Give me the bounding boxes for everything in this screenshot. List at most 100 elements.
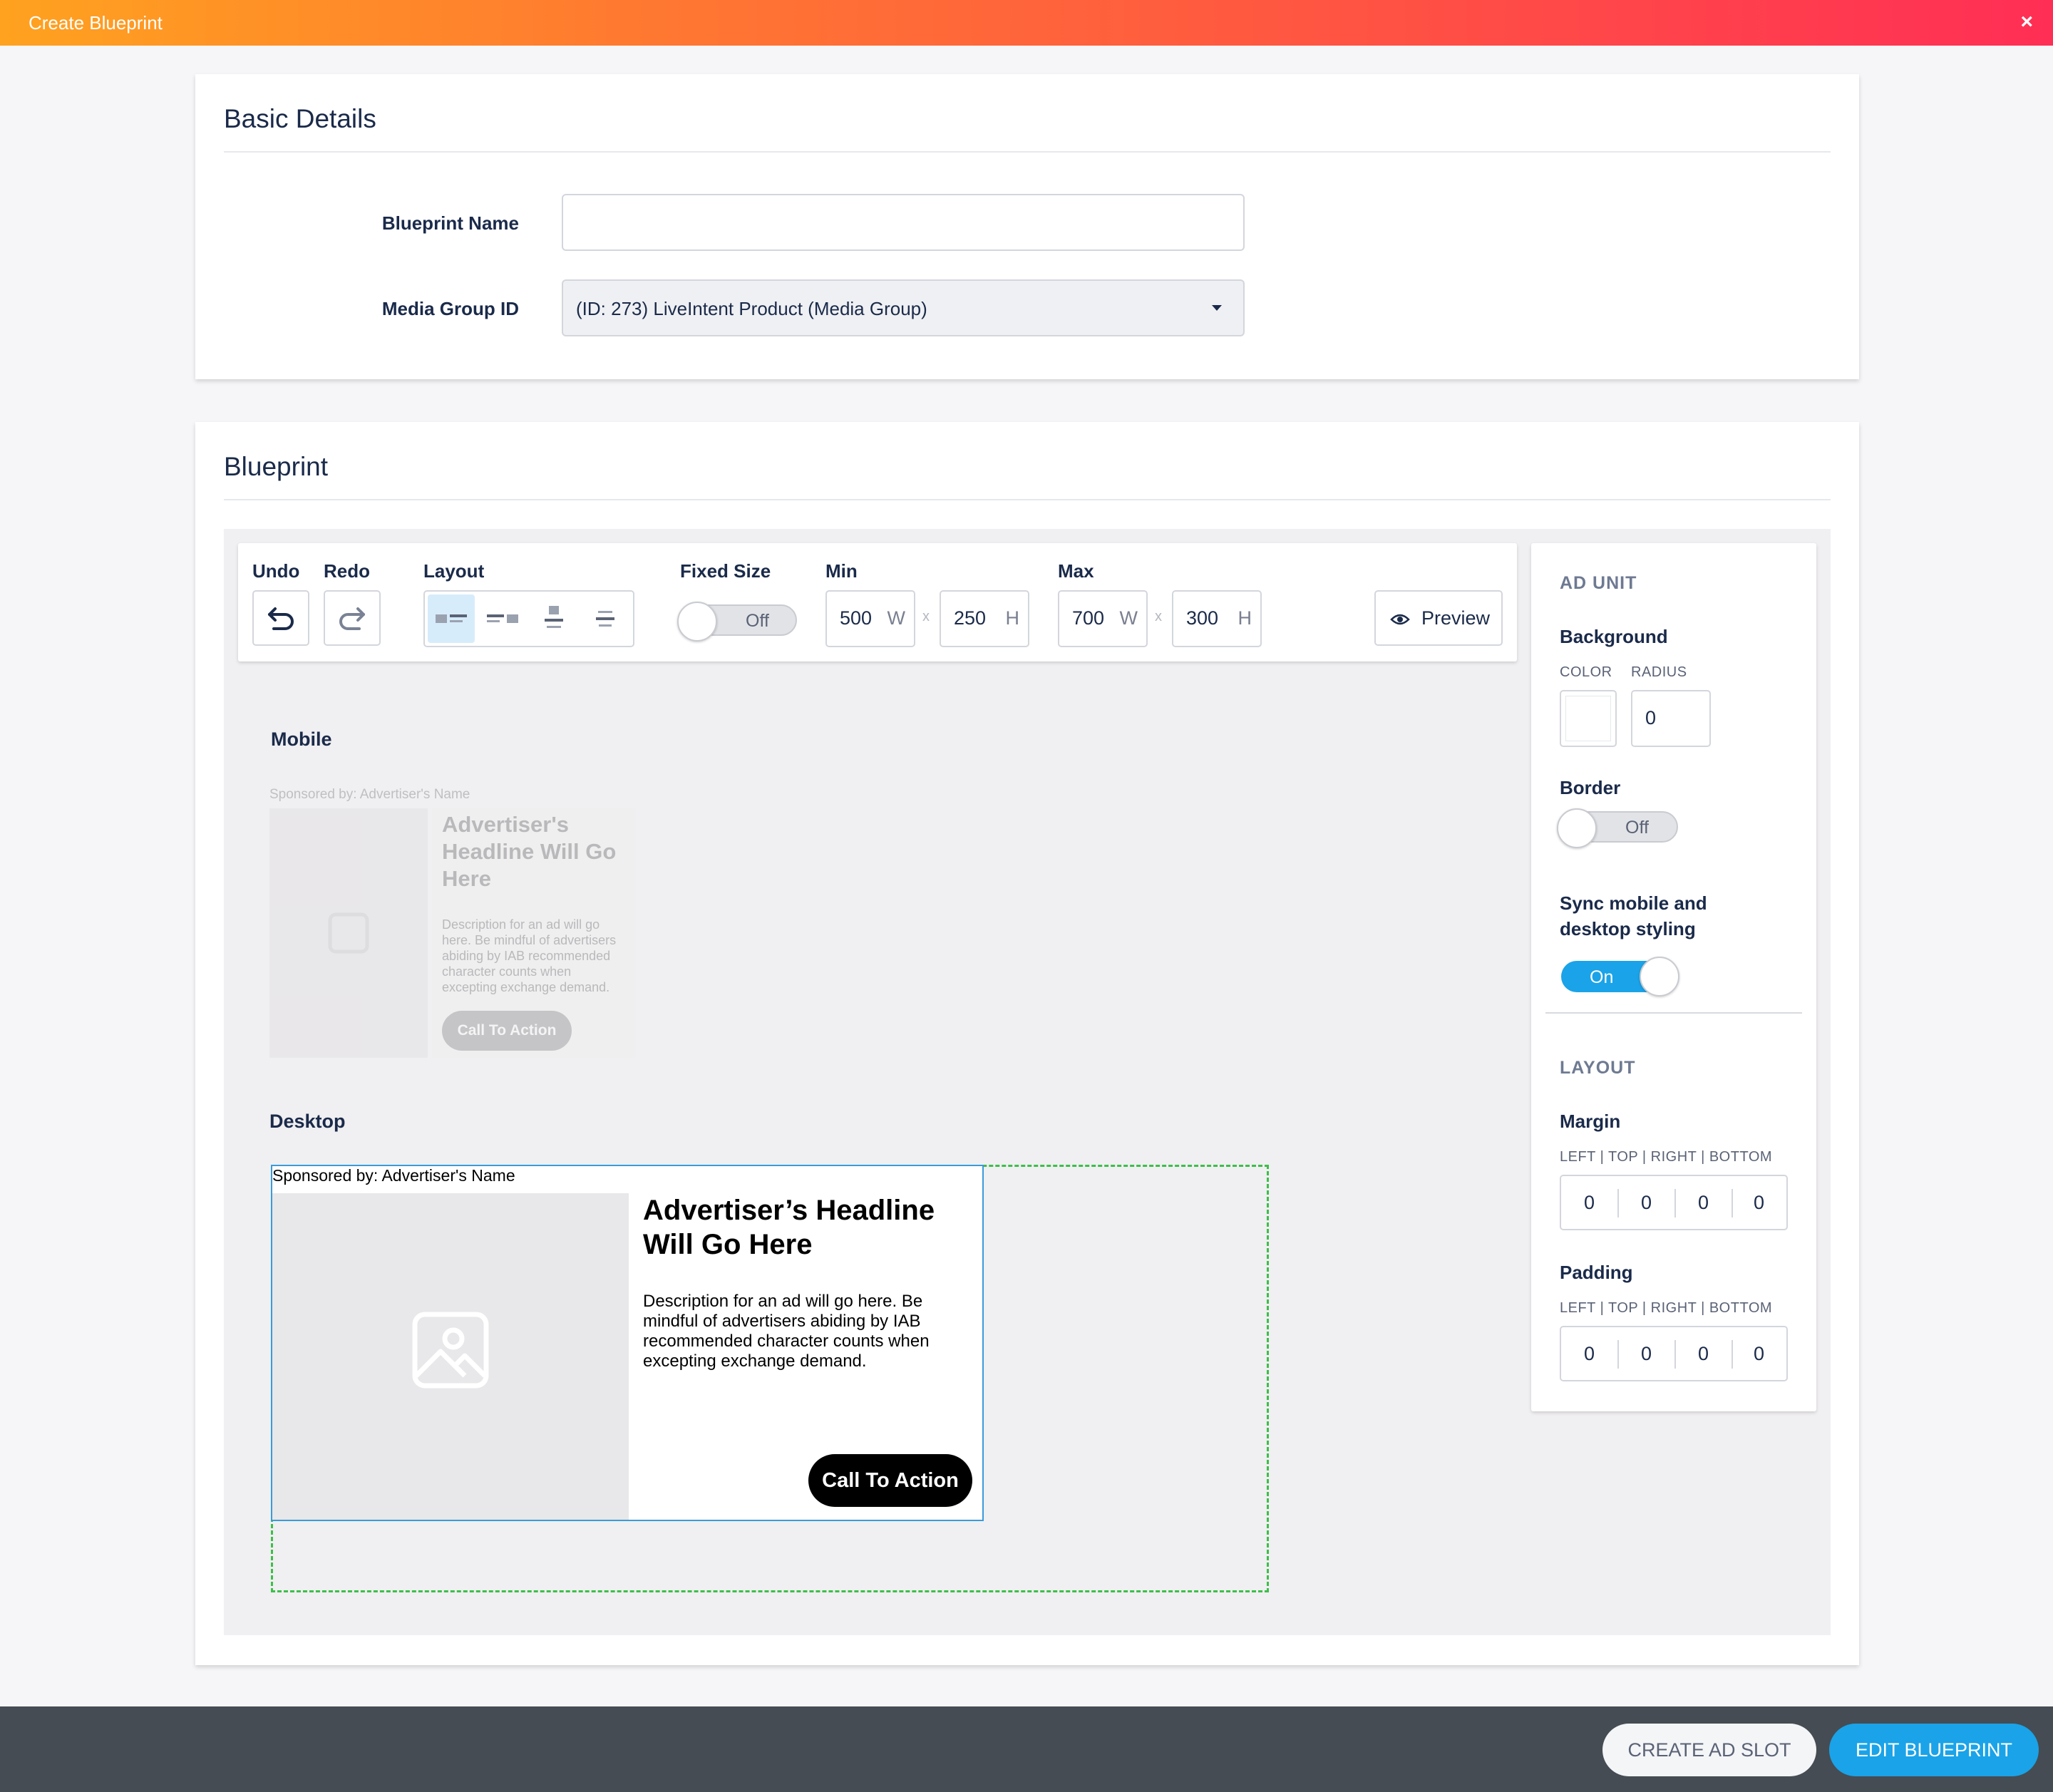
desktop-ad-preview[interactable]: Sponsored by: Advertiser's Name Advertis… — [271, 1165, 984, 1521]
w-unit: W — [887, 607, 905, 629]
fixed-size-state: Off — [746, 611, 769, 631]
border-toggle[interactable]: Off — [1557, 808, 1678, 848]
edit-blueprint-button[interactable]: EDIT BLUEPRINT — [1829, 1724, 2039, 1776]
desktop-label: Desktop — [269, 1111, 346, 1132]
padding-sides-label: LEFT | TOP | RIGHT | BOTTOM — [1560, 1300, 1773, 1316]
window-title: Create Blueprint — [29, 12, 163, 34]
min-width-value: 500 — [840, 607, 873, 629]
min-height-input[interactable]: 250 H — [940, 590, 1029, 647]
redo-button[interactable] — [324, 590, 381, 646]
h-unit: H — [1005, 607, 1020, 629]
layout-label: Layout — [423, 560, 485, 582]
sync-styling-toggle[interactable]: On — [1561, 957, 1679, 997]
layout-right-image-option[interactable] — [479, 594, 526, 643]
x-separator: x — [1155, 609, 1162, 624]
sync-label-line-2: desktop styling — [1560, 918, 1696, 939]
divider — [1545, 1012, 1802, 1014]
layout-top-image-icon — [545, 606, 563, 628]
layout-heading: LAYOUT — [1560, 1058, 1636, 1078]
toggle-knob — [677, 602, 717, 642]
max-width-value: 700 — [1072, 607, 1105, 629]
mobile-ad-preview[interactable]: Sponsored by: Advertiser's Name Advertis… — [268, 783, 636, 1061]
blueprint-toolbar: Undo Redo Layout Fixed Size Off Min 500 … — [238, 543, 1517, 661]
margin-top-input[interactable]: 0 — [1618, 1176, 1674, 1229]
max-label: Max — [1058, 560, 1094, 582]
basic-details-title: Basic Details — [224, 104, 376, 133]
layout-selector — [423, 590, 634, 647]
title-bar: Create Blueprint × — [0, 0, 2053, 46]
divider — [224, 499, 1831, 500]
margin-left-input[interactable]: 0 — [1561, 1176, 1617, 1229]
max-height-value: 300 — [1186, 607, 1219, 629]
mobile-cta-button[interactable]: Call To Action — [442, 1011, 572, 1051]
mobile-ad-image — [269, 808, 428, 1058]
x-separator: x — [922, 609, 930, 624]
mobile-ad-content: Advertiser's Headline Will Go Here Descr… — [432, 808, 636, 1058]
layout-top-image-option[interactable] — [530, 594, 577, 643]
min-width-input[interactable]: 500 W — [825, 590, 915, 647]
close-icon[interactable]: × — [2020, 10, 2033, 34]
ad-description: Description for an ad will go here. Be m… — [643, 1292, 930, 1371]
min-label: Min — [825, 560, 858, 582]
fixed-size-toggle[interactable]: Off — [677, 602, 797, 642]
background-color-swatch[interactable] — [1560, 690, 1617, 747]
padding-left-input[interactable]: 0 — [1561, 1327, 1617, 1380]
margin-label: Margin — [1560, 1111, 1621, 1132]
mobile-headline: Advertiser's Headline Will Go Here — [442, 812, 617, 891]
fixed-size-label: Fixed Size — [680, 560, 771, 582]
mobile-label: Mobile — [271, 728, 332, 750]
mobile-sponsored-text: Sponsored by: Advertiser's Name — [269, 787, 470, 802]
max-width-input[interactable]: 700 W — [1058, 590, 1148, 647]
cta-button[interactable]: Call To Action — [808, 1454, 972, 1507]
padding-inputs: 0 0 0 0 — [1560, 1326, 1788, 1381]
preview-label: Preview — [1421, 607, 1491, 629]
redo-icon — [339, 607, 365, 630]
margin-bottom-input[interactable]: 0 — [1731, 1176, 1787, 1229]
background-label: Background — [1560, 626, 1668, 647]
media-group-value: (ID: 273) LiveIntent Product (Media Grou… — [576, 298, 927, 319]
margin-right-input[interactable]: 0 — [1675, 1176, 1732, 1229]
ad-unit-panel: AD UNIT Background COLOR RADIUS 0 Border… — [1531, 543, 1816, 1411]
mobile-description: Description for an ad will go here. Be m… — [442, 917, 617, 994]
preview-button[interactable]: Preview — [1374, 590, 1503, 646]
media-group-select[interactable]: (ID: 273) LiveIntent Product (Media Grou… — [562, 279, 1245, 336]
media-group-label: Media Group ID — [381, 298, 519, 319]
image-placeholder-icon — [412, 1312, 489, 1389]
w-unit: W — [1119, 607, 1138, 629]
radius-input[interactable]: 0 — [1631, 690, 1711, 747]
layout-text-only-icon — [596, 611, 614, 627]
sync-label-line-1: Sync mobile and — [1560, 892, 1707, 914]
blueprint-name-input[interactable] — [562, 194, 1245, 251]
border-state: Off — [1625, 818, 1649, 838]
margin-sides-label: LEFT | TOP | RIGHT | BOTTOM — [1560, 1149, 1773, 1165]
margin-inputs: 0 0 0 0 — [1560, 1175, 1788, 1230]
h-unit: H — [1238, 607, 1252, 629]
sponsored-text: Sponsored by: Advertiser's Name — [272, 1166, 515, 1185]
sync-state: On — [1590, 967, 1614, 987]
undo-label: Undo — [252, 560, 300, 582]
eye-icon — [1390, 614, 1410, 625]
border-label: Border — [1560, 777, 1621, 798]
caret-down-icon — [1212, 305, 1222, 311]
ad-unit-heading: AD UNIT — [1560, 573, 1637, 593]
layout-left-image-option[interactable] — [428, 594, 475, 643]
padding-label: Padding — [1560, 1262, 1633, 1283]
undo-icon — [268, 607, 294, 630]
padding-right-input[interactable]: 0 — [1675, 1327, 1732, 1380]
redo-label: Redo — [324, 560, 370, 582]
layout-right-image-icon — [487, 614, 518, 623]
undo-button[interactable] — [252, 590, 309, 646]
padding-bottom-input[interactable]: 0 — [1731, 1327, 1787, 1380]
create-ad-slot-button[interactable]: CREATE AD SLOT — [1602, 1724, 1816, 1776]
max-height-input[interactable]: 300 H — [1172, 590, 1262, 647]
radius-value: 0 — [1645, 707, 1657, 728]
ad-image-placeholder — [272, 1193, 629, 1520]
radius-label: RADIUS — [1631, 664, 1687, 680]
image-placeholder-icon — [328, 912, 369, 954]
layout-text-only-option[interactable] — [582, 594, 629, 643]
padding-top-input[interactable]: 0 — [1618, 1327, 1674, 1380]
divider — [224, 151, 1831, 153]
blueprint-name-label: Blueprint Name — [381, 212, 519, 234]
blueprint-title: Blueprint — [224, 452, 329, 481]
ad-headline: Advertiser’s Headline Will Go Here — [643, 1195, 935, 1260]
